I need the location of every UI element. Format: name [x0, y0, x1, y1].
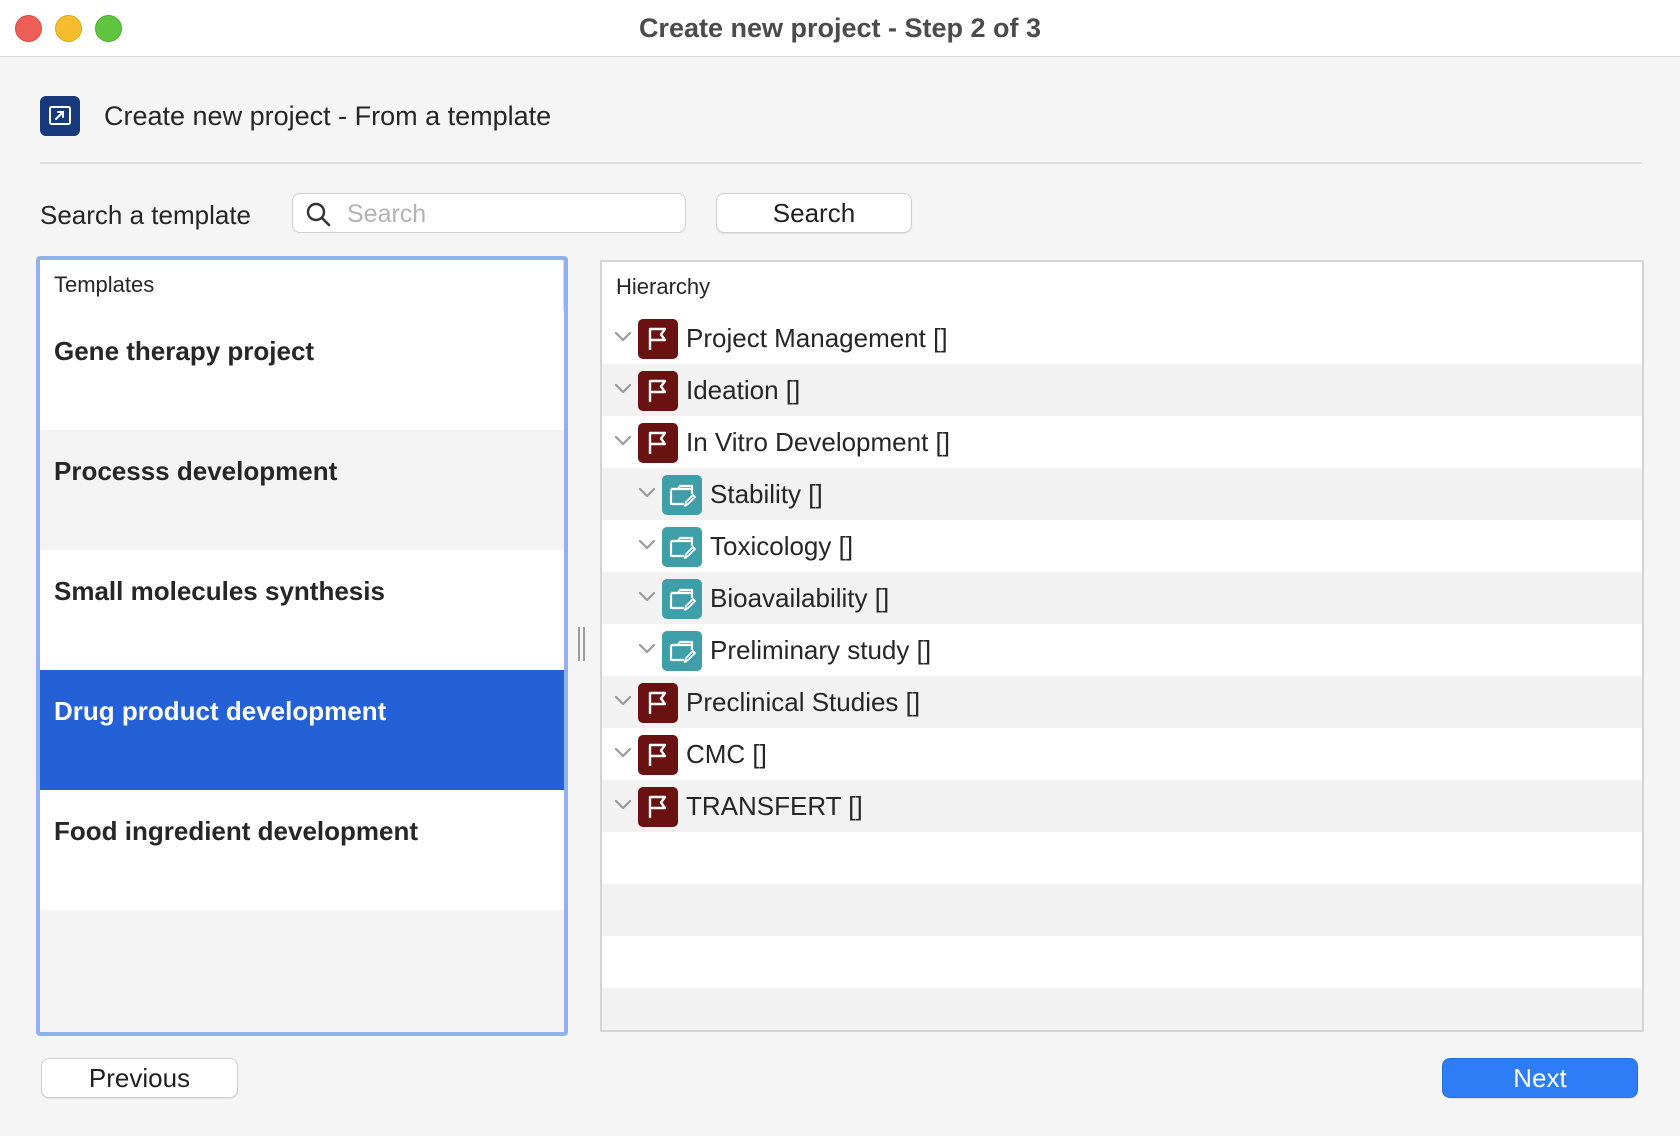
tree-node-label: Ideation [] — [686, 375, 801, 405]
tree-node[interactable]: Preliminary study [] — [602, 624, 1642, 676]
templates-column-header: Templates — [40, 260, 564, 311]
chevron-down-icon[interactable] — [614, 434, 632, 448]
folder-edit-icon — [662, 579, 702, 619]
template-item-food-ingredient[interactable]: Food ingredient development — [40, 790, 564, 910]
folder-edit-icon — [662, 631, 702, 671]
template-item-gene-therapy[interactable]: Gene therapy project — [40, 310, 564, 430]
hierarchy-tree: Project Management [] Ideation [] In Vitro… — [602, 312, 1642, 1030]
chevron-down-icon[interactable] — [638, 642, 656, 656]
tree-node-label: CMC [] — [686, 739, 767, 769]
tree-node[interactable]: In Vitro Development [] — [602, 416, 1642, 468]
search-input[interactable] — [345, 196, 679, 232]
tree-node-label: Preliminary study [] — [710, 635, 932, 665]
folder-edit-icon — [662, 527, 702, 567]
tree-node-label: TRANSFERT [] — [686, 791, 863, 821]
tree-empty-row — [602, 832, 1642, 884]
tree-node[interactable]: Project Management [] — [602, 312, 1642, 364]
flag-icon — [638, 371, 678, 411]
chevron-down-icon[interactable] — [638, 590, 656, 604]
tree-node-label: Bioavailability [] — [710, 583, 890, 613]
search-label: Search a template — [40, 200, 252, 230]
chevron-down-icon[interactable] — [614, 330, 632, 344]
tree-empty-row — [602, 936, 1642, 988]
wizard-window: Create new project - Step 2 of 3 Create … — [0, 0, 1680, 1136]
flag-icon — [638, 787, 678, 827]
chevron-down-icon[interactable] — [614, 382, 632, 396]
tree-node[interactable]: Toxicology [] — [602, 520, 1642, 572]
tree-node[interactable]: CMC [] — [602, 728, 1642, 780]
template-item-small-molecules[interactable]: Small molecules synthesis — [40, 550, 564, 670]
search-field[interactable] — [292, 193, 686, 233]
tree-node[interactable]: Bioavailability [] — [602, 572, 1642, 624]
tree-empty-row — [602, 988, 1642, 1030]
tree-node-label: Toxicology [] — [710, 531, 854, 561]
tree-node[interactable]: Stability [] — [602, 468, 1642, 520]
tree-node-label: Project Management [] — [686, 323, 948, 353]
flag-icon — [638, 423, 678, 463]
template-item-drug-product[interactable]: Drug product development — [40, 670, 564, 790]
folder-edit-icon — [662, 475, 702, 515]
window-title: Create new project - Step 2 of 3 — [638, 13, 1042, 43]
tree-node[interactable]: Preclinical Studies [] — [602, 676, 1642, 728]
project-template-icon — [40, 96, 80, 136]
flag-icon — [638, 319, 678, 359]
panel-splitter-handle[interactable] — [578, 627, 590, 661]
tree-empty-row — [602, 884, 1642, 936]
search-icon — [306, 202, 331, 227]
templates-list: Gene therapy project Processs developmen… — [40, 310, 564, 910]
hierarchy-panel: Hierarchy Project Management [] Ideation … — [600, 260, 1644, 1032]
page-title: Create new project - From a template — [104, 101, 552, 131]
tree-node[interactable]: TRANSFERT [] — [602, 780, 1642, 832]
flag-icon — [638, 683, 678, 723]
tree-node-label: In Vitro Development [] — [686, 427, 950, 457]
chevron-down-icon[interactable] — [638, 538, 656, 552]
template-item-process-development[interactable]: Processs development — [40, 430, 564, 550]
tree-node[interactable]: Ideation [] — [602, 364, 1642, 416]
tree-node-label: Stability [] — [710, 479, 823, 509]
title-bar: Create new project - Step 2 of 3 — [0, 0, 1680, 57]
header-divider — [40, 162, 1642, 164]
previous-button[interactable]: Previous — [41, 1058, 238, 1098]
chevron-down-icon[interactable] — [638, 486, 656, 500]
next-button[interactable]: Next — [1442, 1058, 1638, 1098]
hierarchy-column-header: Hierarchy — [602, 262, 1642, 313]
templates-panel: Templates Gene therapy project Processs … — [36, 256, 568, 1036]
chevron-down-icon[interactable] — [614, 746, 632, 760]
flag-icon — [638, 735, 678, 775]
chevron-down-icon[interactable] — [614, 798, 632, 812]
tree-node-label: Preclinical Studies [] — [686, 687, 921, 717]
search-button[interactable]: Search — [716, 193, 912, 233]
chevron-down-icon[interactable] — [614, 694, 632, 708]
